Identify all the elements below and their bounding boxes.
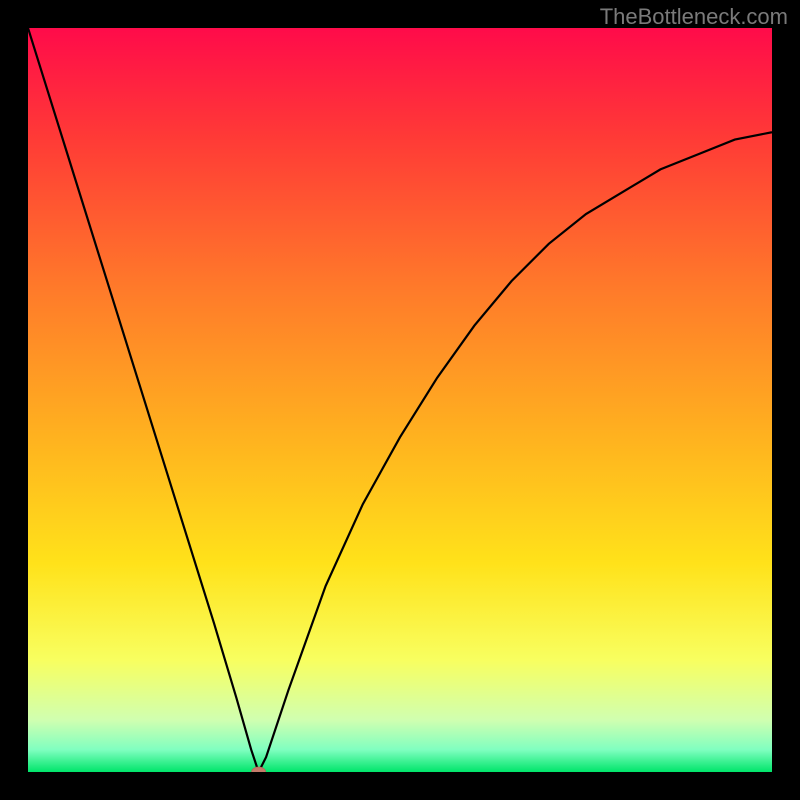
chart-frame xyxy=(28,28,772,772)
minimum-marker-icon xyxy=(252,767,266,772)
watermark-text: TheBottleneck.com xyxy=(600,4,788,30)
bottleneck-curve xyxy=(28,28,772,772)
